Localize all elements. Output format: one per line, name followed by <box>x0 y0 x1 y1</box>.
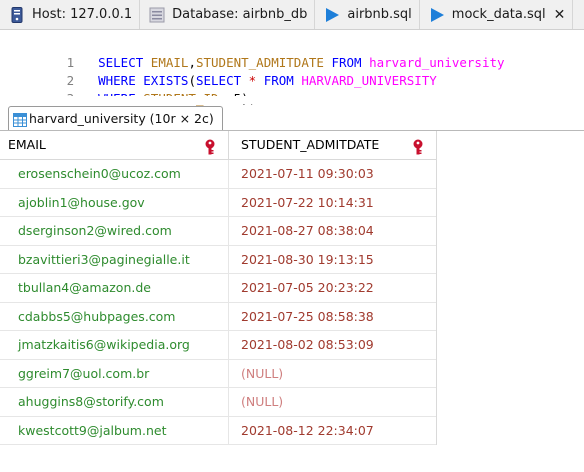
tab-result-harvard-university[interactable]: harvard_university (10r × 2c) <box>8 106 223 130</box>
tab-airbnb-sql-label: airbnb.sql <box>347 7 412 22</box>
tab-mock-data-sql-label: mock_data.sql <box>451 7 546 22</box>
server-icon <box>8 6 26 24</box>
table-row[interactable]: bzavittieri3@paginegialle.it 2021-08-30 1… <box>0 245 436 274</box>
query-icon <box>428 6 446 24</box>
admitdate-cell[interactable]: 2021-08-02 08:53:09 <box>229 331 436 359</box>
email-cell[interactable]: bzavittieri3@paginegialle.it <box>0 245 229 273</box>
tab-database[interactable]: Database: airbnb_db <box>140 0 316 29</box>
key-icon <box>412 137 424 155</box>
code-line-2: 2 WHERE EXISTS(SELECT * FROM HARVARD_UNIV… <box>0 54 437 88</box>
email-cell[interactable]: cdabbs5@hubpages.com <box>0 302 229 330</box>
tab-database-label: Database: airbnb_db <box>172 7 308 22</box>
table-row[interactable]: cdabbs5@hubpages.com 2021-07-25 08:58:38 <box>0 302 436 331</box>
admitdate-cell[interactable]: (NULL) <box>229 360 436 388</box>
table-row[interactable]: dserginson2@wired.com 2021-08-27 08:38:04 <box>0 217 436 246</box>
email-cell[interactable]: ggreim7@uol.com.br <box>0 359 229 387</box>
email-cell[interactable]: ahuggins8@storify.com <box>0 388 229 416</box>
tab-bar: Host: 127.0.0.1 Database: airbnb_db airb… <box>0 0 584 30</box>
result-grid[interactable]: EMAIL STUDENT_ADMITDATE erosenschein0@uc… <box>0 131 437 445</box>
email-cell[interactable]: erosenschein0@ucoz.com <box>0 160 229 188</box>
table-row[interactable]: erosenschein0@ucoz.com 2021-07-11 09:30:0… <box>0 160 436 189</box>
keyword: FROM <box>263 73 294 88</box>
grid-header: EMAIL STUDENT_ADMITDATE <box>0 131 436 160</box>
admitdate-cell[interactable]: 2021-08-30 19:13:15 <box>229 246 436 274</box>
admitdate-cell[interactable]: 2021-07-22 10:14:31 <box>229 189 436 217</box>
database-icon <box>148 6 166 24</box>
editor-splitter[interactable] <box>0 96 584 104</box>
tab-airbnb-sql[interactable]: airbnb.sql <box>315 0 420 29</box>
tab-host[interactable]: Host: 127.0.0.1 <box>0 0 141 29</box>
email-cell[interactable]: tbullan4@amazon.de <box>0 274 229 302</box>
column-header-email[interactable]: EMAIL <box>0 131 229 159</box>
table-row[interactable]: ggreim7@uol.com.br (NULL) <box>0 359 436 388</box>
table-row[interactable]: ahuggins8@storify.com (NULL) <box>0 388 436 417</box>
email-cell[interactable]: kwestcott9@jalbum.net <box>0 416 229 444</box>
admitdate-cell[interactable]: 2021-08-12 22:34:07 <box>229 417 436 445</box>
admitdate-cell[interactable]: (NULL) <box>229 388 436 416</box>
close-icon[interactable]: ✕ <box>554 7 566 23</box>
code-line-1: 1 SELECT EMAIL,STUDENT_ADMITDATE FROM har… <box>0 36 505 70</box>
key-icon <box>204 137 216 155</box>
code-line-3: 3WHERE STUDENT_ID>=5); <box>0 72 257 106</box>
tab-mock-data-sql[interactable]: mock_data.sql ✕ <box>420 0 574 29</box>
sql-editor[interactable]: 1 SELECT EMAIL,STUDENT_ADMITDATE FROM har… <box>0 30 584 106</box>
table-row[interactable]: jmatzkaitis6@wikipedia.org 2021-08-02 08:… <box>0 331 436 360</box>
column-header-label: STUDENT_ADMITDATE <box>241 137 380 152</box>
email-cell[interactable]: ajoblin1@house.gov <box>0 188 229 216</box>
column-header-label: EMAIL <box>8 137 46 152</box>
table-row[interactable]: tbullan4@amazon.de 2021-07-05 20:23:22 <box>0 274 436 303</box>
admitdate-cell[interactable]: 2021-07-25 08:58:38 <box>229 303 436 331</box>
table-row[interactable]: ajoblin1@house.gov 2021-07-22 10:14:31 <box>0 188 436 217</box>
tab-host-label: Host: 127.0.0.1 <box>32 7 133 22</box>
table-name: HARVARD_UNIVERSITY <box>301 73 437 88</box>
email-cell[interactable]: dserginson2@wired.com <box>0 217 229 245</box>
table-icon <box>13 111 27 127</box>
admitdate-cell[interactable]: 2021-07-05 20:23:22 <box>229 274 436 302</box>
email-cell[interactable]: jmatzkaitis6@wikipedia.org <box>0 331 229 359</box>
column-header-student-admitdate[interactable]: STUDENT_ADMITDATE <box>229 131 436 159</box>
result-tab-strip: harvard_university (10r × 2c) <box>0 106 584 131</box>
admitdate-cell[interactable]: 2021-08-27 08:38:04 <box>229 217 436 245</box>
result-tab-label: harvard_university (10r × 2c) <box>29 111 214 126</box>
admitdate-cell[interactable]: 2021-07-11 09:30:03 <box>229 160 436 188</box>
query-icon <box>323 6 341 24</box>
table-row[interactable]: kwestcott9@jalbum.net 2021-08-12 22:34:07 <box>0 416 436 445</box>
